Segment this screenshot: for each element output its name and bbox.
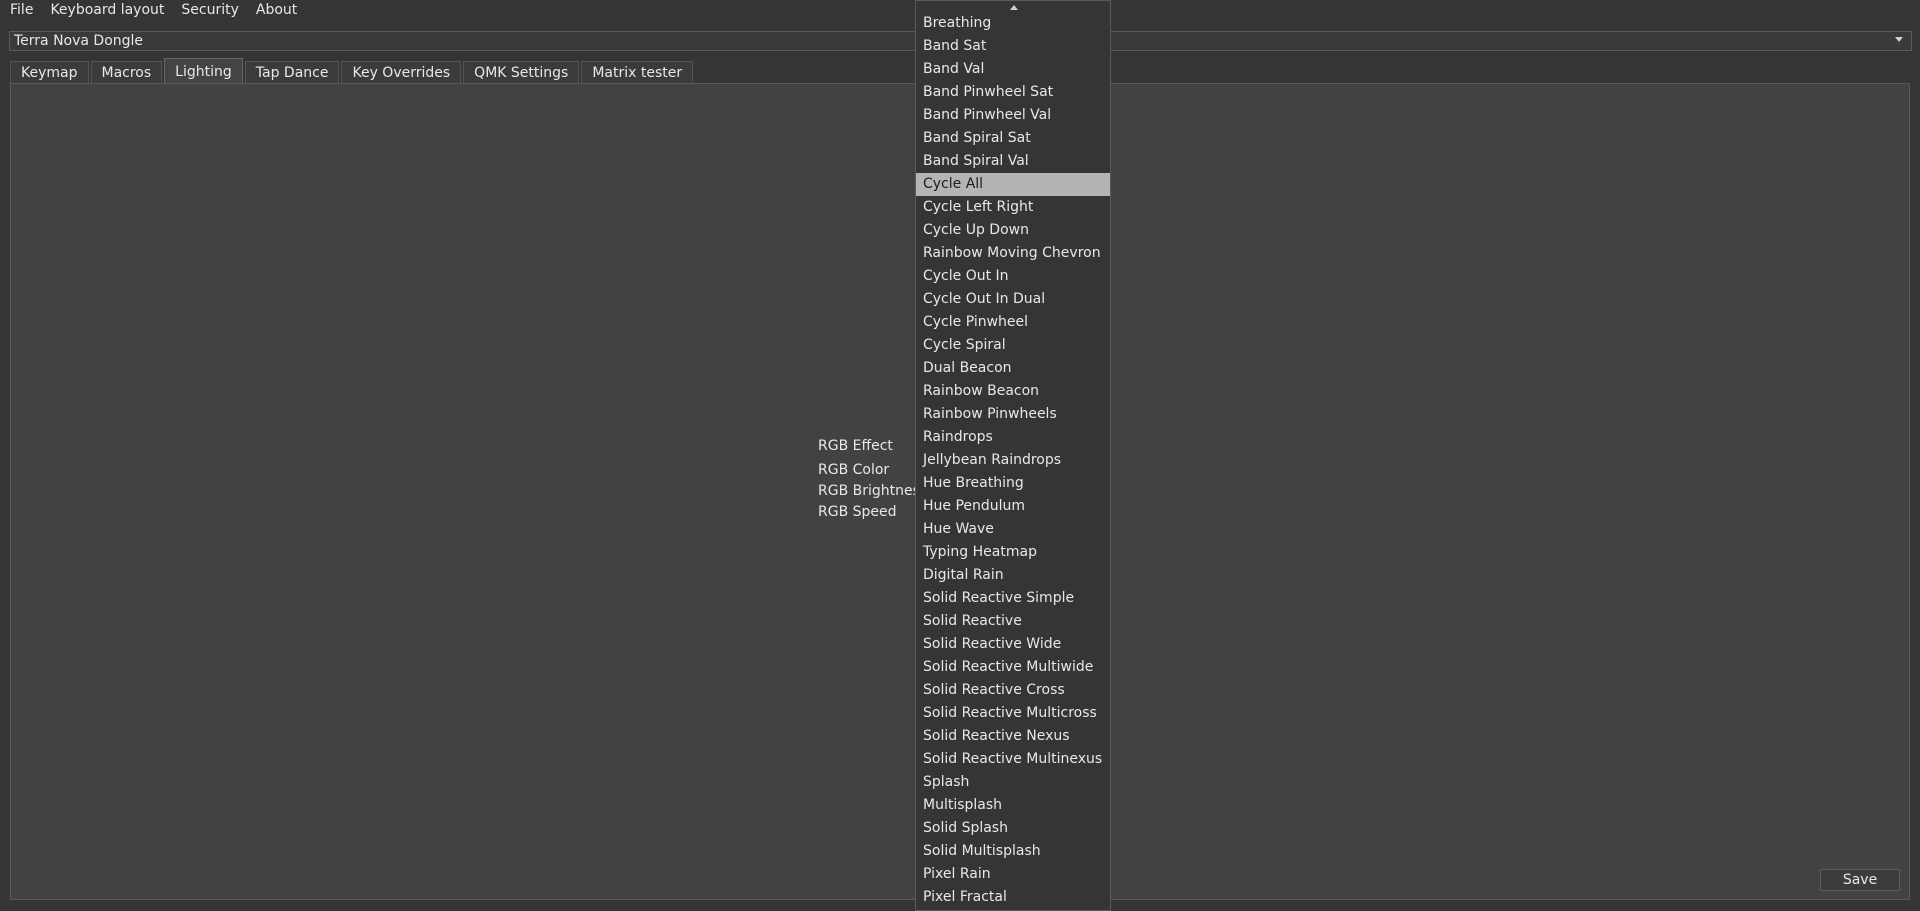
rgb-effect-dropdown-list[interactable]: Breathing Band Sat Band Val Band Pinwheel S… xyxy=(915,0,1111,911)
effect-option[interactable]: Cycle Up Down xyxy=(916,219,1110,242)
effect-option[interactable]: Dual Beacon xyxy=(916,357,1110,380)
effect-option[interactable]: Rainbow Pinwheels xyxy=(916,403,1110,426)
effect-option[interactable]: Cycle Left Right xyxy=(916,196,1110,219)
effect-option[interactable]: Typing Heatmap xyxy=(916,541,1110,564)
tab-matrix-tester[interactable]: Matrix tester xyxy=(581,61,694,84)
tab-lighting[interactable]: Lighting xyxy=(164,58,243,84)
tab-qmk-settings[interactable]: QMK Settings xyxy=(463,61,580,84)
effect-option[interactable]: Multisplash xyxy=(916,794,1110,817)
effect-option[interactable]: Hue Pendulum xyxy=(916,495,1110,518)
effect-option[interactable]: Solid Reactive Wide xyxy=(916,633,1110,656)
effect-option[interactable]: Cycle Out In Dual xyxy=(916,288,1110,311)
effect-option[interactable]: Solid Reactive Simple xyxy=(916,587,1110,610)
menu-security[interactable]: Security xyxy=(171,0,246,20)
save-button[interactable]: Save xyxy=(1820,869,1900,891)
effect-option[interactable]: Pixel Fractal xyxy=(916,886,1110,909)
menu-keyboard-layout[interactable]: Keyboard layout xyxy=(40,0,171,20)
tab-keymap[interactable]: Keymap xyxy=(10,61,89,84)
menu-about[interactable]: About xyxy=(246,0,304,20)
effect-option[interactable]: Solid Reactive xyxy=(916,610,1110,633)
tab-macros[interactable]: Macros xyxy=(90,61,163,84)
tab-tap-dance[interactable]: Tap Dance xyxy=(244,61,340,84)
effect-option[interactable]: Band Spiral Sat xyxy=(916,127,1110,150)
rgb-effect-label: RGB Effect xyxy=(818,438,893,454)
effect-option[interactable]: Cycle Spiral xyxy=(916,334,1110,357)
effect-option[interactable]: Hue Wave xyxy=(916,518,1110,541)
device-select-value: Terra Nova Dongle xyxy=(14,33,144,49)
effect-option[interactable]: Rainbow Moving Chevron xyxy=(916,242,1110,265)
effect-option[interactable]: Jellybean Raindrops xyxy=(916,449,1110,472)
effect-option[interactable]: Solid Reactive Multicross xyxy=(916,702,1110,725)
rgb-color-label: RGB Color xyxy=(818,462,890,478)
effect-option[interactable]: Cycle All xyxy=(916,173,1110,196)
effect-option[interactable]: Splash xyxy=(916,771,1110,794)
effect-option[interactable]: Solid Multisplash xyxy=(916,840,1110,863)
effect-option[interactable]: Band Spiral Val xyxy=(916,150,1110,173)
effect-option[interactable]: Hue Breathing xyxy=(916,472,1110,495)
effect-option[interactable]: Band Pinwheel Val xyxy=(916,104,1110,127)
effect-option[interactable]: Solid Reactive Multiwide xyxy=(916,656,1110,679)
effect-option[interactable]: Rainbow Beacon xyxy=(916,380,1110,403)
effect-option[interactable]: Band Pinwheel Sat xyxy=(916,81,1110,104)
effect-option[interactable]: Breathing xyxy=(916,12,1110,35)
effect-option[interactable]: Solid Splash xyxy=(916,817,1110,840)
effect-option[interactable]: Cycle Out In xyxy=(916,265,1110,288)
scroll-up-arrow-icon[interactable] xyxy=(1010,5,1018,10)
effect-option[interactable]: Cycle Pinwheel xyxy=(916,311,1110,334)
effect-option[interactable]: Band Sat xyxy=(916,35,1110,58)
rgb-brightness-label: RGB Brightness xyxy=(818,483,928,499)
effect-option[interactable]: Pixel Rain xyxy=(916,863,1110,886)
tab-bar: Keymap Macros Lighting Tap Dance Key Ove… xyxy=(10,58,695,84)
effect-option[interactable]: Digital Rain xyxy=(916,564,1110,587)
effect-option[interactable]: Raindrops xyxy=(916,426,1110,449)
effect-option[interactable]: Solid Reactive Cross xyxy=(916,679,1110,702)
chevron-down-icon[interactable] xyxy=(1895,37,1903,42)
effect-option[interactable]: Solid Reactive Multinexus xyxy=(916,748,1110,771)
effect-option[interactable]: Band Val xyxy=(916,58,1110,81)
rgb-effect-options: Breathing Band Sat Band Val Band Pinwheel S… xyxy=(916,12,1110,909)
rgb-speed-label: RGB Speed xyxy=(818,504,897,520)
tab-key-overrides[interactable]: Key Overrides xyxy=(341,61,462,84)
menu-file[interactable]: File xyxy=(0,0,40,20)
effect-option[interactable]: Solid Reactive Nexus xyxy=(916,725,1110,748)
